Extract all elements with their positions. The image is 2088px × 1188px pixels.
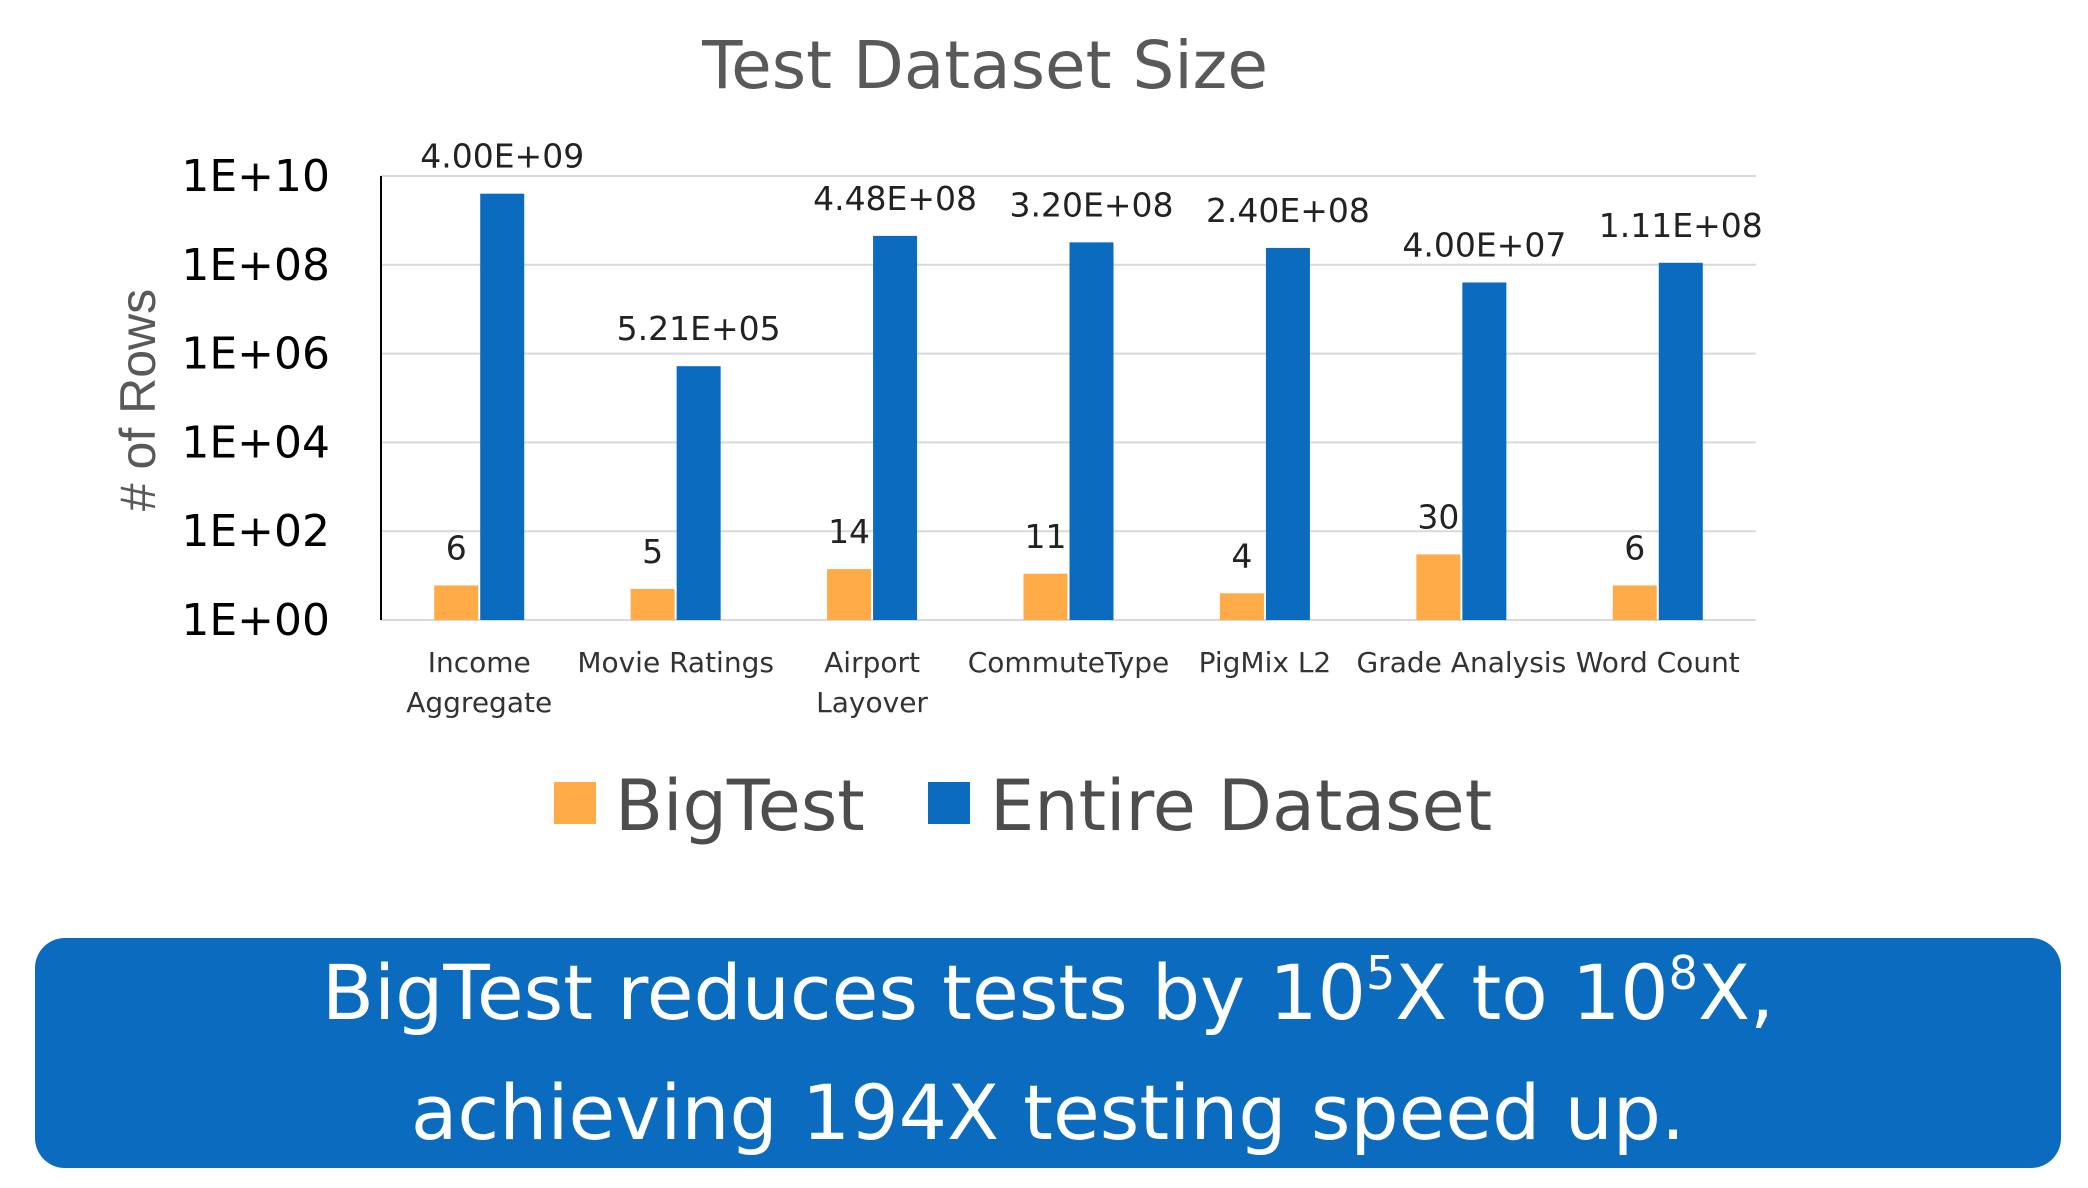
y-axis-ticks: 1E+00 1E+02 1E+04 1E+06 1E+08 1E+10 <box>181 151 330 646</box>
data-label: 3.20E+08 <box>1010 185 1174 224</box>
bar <box>1069 242 1114 620</box>
chart: Test Dataset Size # of Rows 1E+001E+021E… <box>110 27 1763 847</box>
data-label: 6 <box>446 528 467 567</box>
data-label: 4.48E+08 <box>813 179 977 218</box>
data-label: 4 <box>1231 536 1252 575</box>
data-label: 14 <box>828 512 870 551</box>
bar <box>676 366 721 620</box>
banner-text-b: X to 10 <box>1395 948 1669 1037</box>
data-label: 2.40E+08 <box>1206 191 1370 230</box>
legend-swatch-entire-dataset <box>928 782 970 824</box>
data-label: 6 <box>1624 528 1645 567</box>
bar <box>1265 247 1310 620</box>
data-label: 5 <box>642 532 663 571</box>
legend-label-entire-dataset: Entire Dataset <box>990 765 1492 847</box>
x-tick-label: Airport <box>824 646 920 679</box>
bar <box>1658 262 1703 620</box>
legend-label-bigtest: BigTest <box>615 765 865 847</box>
y-tick-label: 1E+04 <box>181 417 330 468</box>
y-tick-label: 1E+06 <box>181 329 330 380</box>
x-tick-label: PigMix L2 <box>1199 646 1332 679</box>
chart-title: Test Dataset Size <box>701 27 1268 104</box>
banner-text-c: X, <box>1697 948 1775 1037</box>
x-tick-label: Aggregate <box>406 686 552 719</box>
data-label: 30 <box>1417 497 1459 536</box>
data-label: 1.11E+08 <box>1599 206 1763 245</box>
banner-line-1: BigTest reduces tests by 105X to 108X, <box>322 938 1774 1058</box>
banner-exponent-2: 8 <box>1668 946 1698 1000</box>
data-label: 4.00E+09 <box>420 137 584 176</box>
data-label: 5.21E+05 <box>617 309 781 348</box>
banner-text-a: BigTest reduces tests by 10 <box>321 948 1366 1037</box>
summary-banner: BigTest reduces tests by 105X to 108X, a… <box>35 938 2061 1168</box>
banner-exponent-1: 5 <box>1365 946 1396 1000</box>
bar <box>1023 573 1068 620</box>
y-tick-label: 1E+08 <box>181 240 330 291</box>
x-tick-label: CommuteType <box>968 646 1170 679</box>
y-axis-label: # of Rows <box>110 289 166 511</box>
bar <box>434 585 479 620</box>
bar <box>1612 585 1657 620</box>
x-tick-label: Word Count <box>1576 646 1740 679</box>
data-label: 11 <box>1025 517 1067 556</box>
x-tick-label: Layover <box>816 686 928 719</box>
bar <box>827 569 872 620</box>
legend: BigTest Entire Dataset <box>554 765 1492 847</box>
data-label: 4.00E+07 <box>1402 225 1566 264</box>
x-tick-label: Income <box>428 646 531 679</box>
x-tick-label: Grade Analysis <box>1357 646 1567 679</box>
bar <box>480 193 525 621</box>
y-tick-label: 1E+02 <box>181 506 330 557</box>
bar <box>630 588 675 620</box>
banner-line-2: achieving 194X testing speed up. <box>410 1068 1686 1157</box>
legend-swatch-bigtest <box>554 782 596 824</box>
bar <box>1416 554 1461 620</box>
y-tick-label: 1E+00 <box>181 595 330 646</box>
bar <box>1219 593 1264 620</box>
x-axis-ticks: Income Aggregate Movie Ratings Airport Layov… <box>406 646 1740 719</box>
bar <box>873 235 918 621</box>
x-tick-label: Movie Ratings <box>577 646 774 679</box>
bar <box>1462 282 1507 620</box>
y-tick-label: 1E+10 <box>181 151 330 202</box>
